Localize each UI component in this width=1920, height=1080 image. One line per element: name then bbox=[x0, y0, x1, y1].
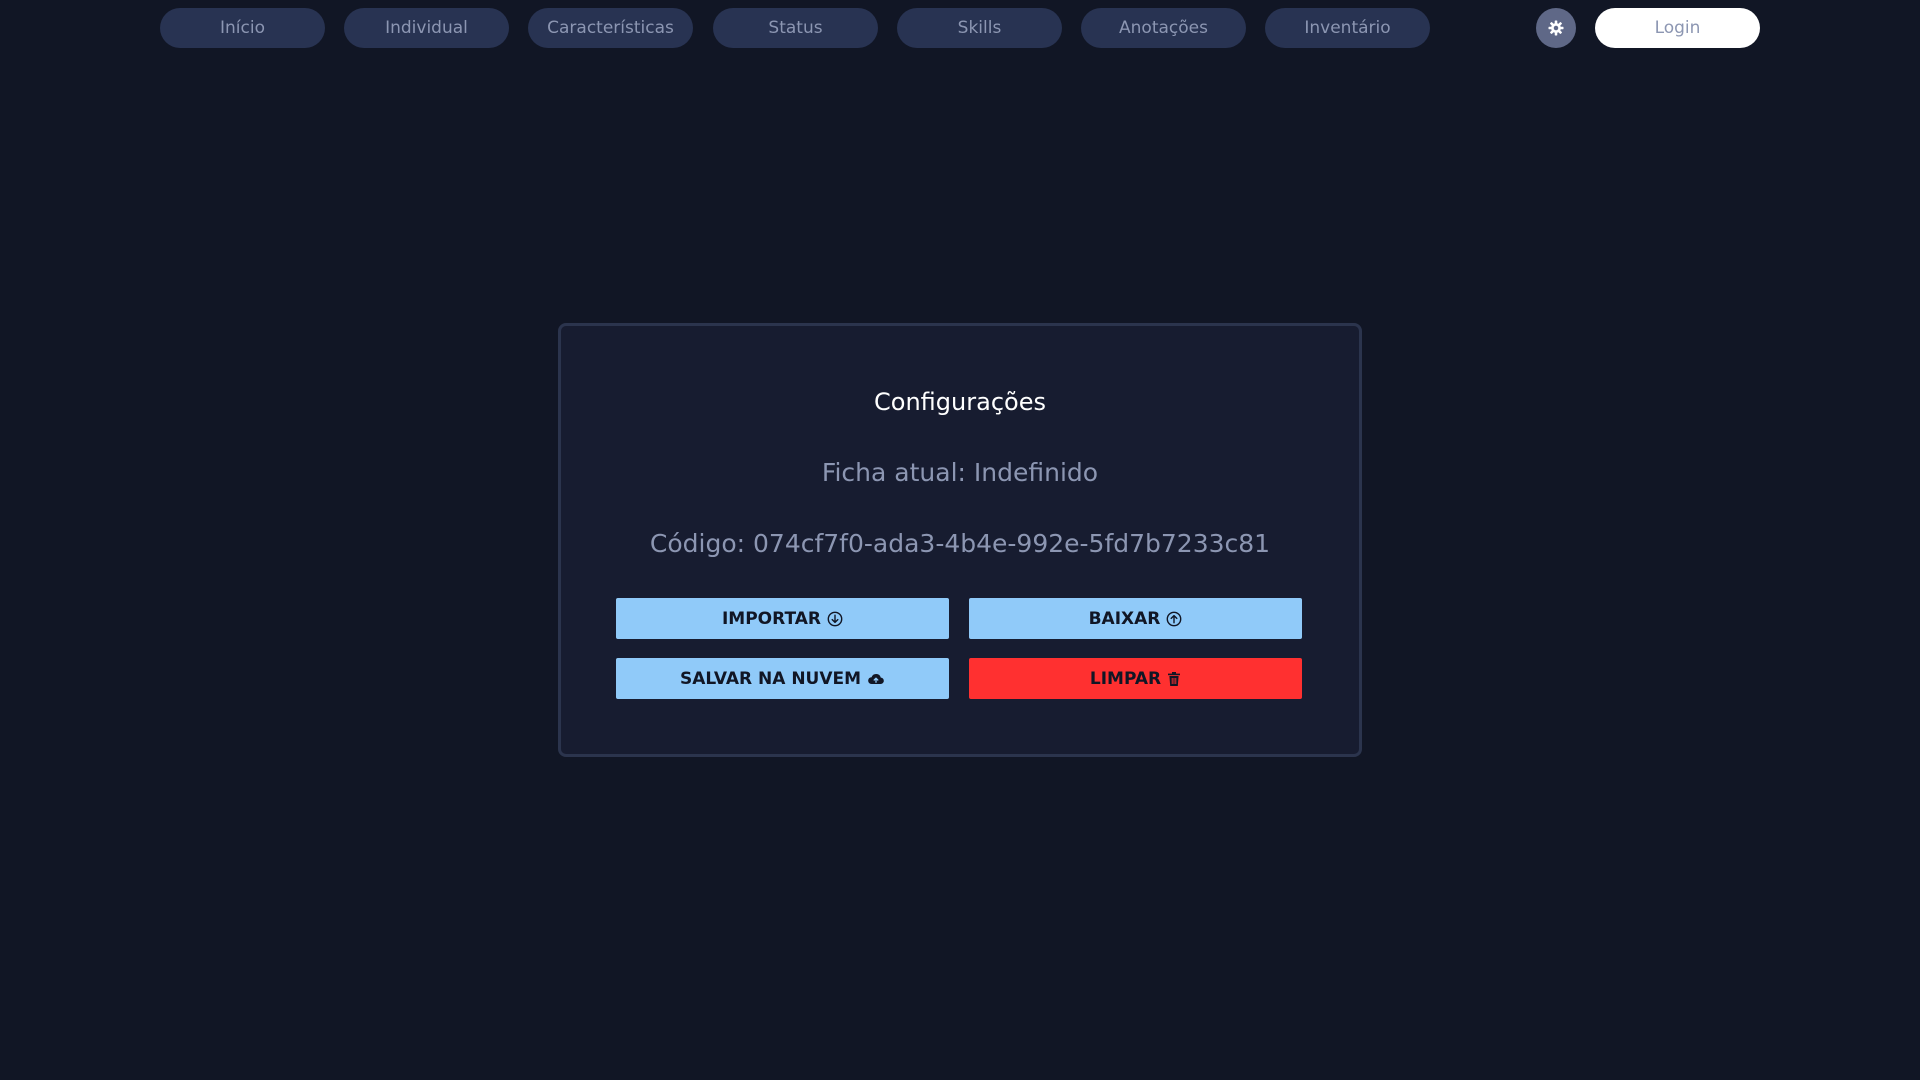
trash-icon bbox=[1167, 671, 1181, 687]
current-sheet-text: Ficha atual: Indefinido bbox=[821, 458, 1099, 487]
card-title: Configurações bbox=[874, 388, 1046, 416]
nav-item-inicio[interactable]: Início bbox=[160, 8, 325, 48]
login-button[interactable]: Login bbox=[1595, 8, 1760, 48]
nav-item-individual[interactable]: Individual bbox=[344, 8, 509, 48]
top-navigation: Início Individual Características Status… bbox=[0, 0, 1920, 60]
import-button-label: IMPORTAR bbox=[721, 608, 821, 629]
nav-item-skills[interactable]: Skills bbox=[897, 8, 1062, 48]
nav-item-status[interactable]: Status bbox=[713, 8, 878, 48]
sheet-code-text: Código: 074cf7f0-ada3-4b4e-992e-5fd7b723… bbox=[649, 529, 1271, 558]
download-button[interactable]: BAIXAR bbox=[969, 598, 1302, 639]
arrow-up-circle-icon bbox=[1166, 611, 1182, 627]
nav-item-caracteristicas[interactable]: Características bbox=[528, 8, 693, 48]
settings-card: Configurações Ficha atual: Indefinido Có… bbox=[558, 323, 1362, 757]
cloud-upload-icon bbox=[867, 671, 885, 687]
nav-item-inventario[interactable]: Inventário bbox=[1265, 8, 1430, 48]
save-cloud-button[interactable]: SALVAR NA NUVEM bbox=[616, 658, 949, 699]
clear-button[interactable]: LIMPAR bbox=[969, 658, 1302, 699]
clear-button-label: LIMPAR bbox=[1089, 668, 1162, 689]
gear-icon bbox=[1547, 19, 1565, 37]
import-button[interactable]: IMPORTAR bbox=[616, 598, 949, 639]
save-cloud-button-label: SALVAR NA NUVEM bbox=[679, 668, 862, 689]
arrow-down-circle-icon bbox=[827, 611, 843, 627]
download-button-label: BAIXAR bbox=[1088, 608, 1161, 629]
nav-item-anotacoes[interactable]: Anotações bbox=[1081, 8, 1246, 48]
settings-button[interactable] bbox=[1536, 8, 1576, 48]
